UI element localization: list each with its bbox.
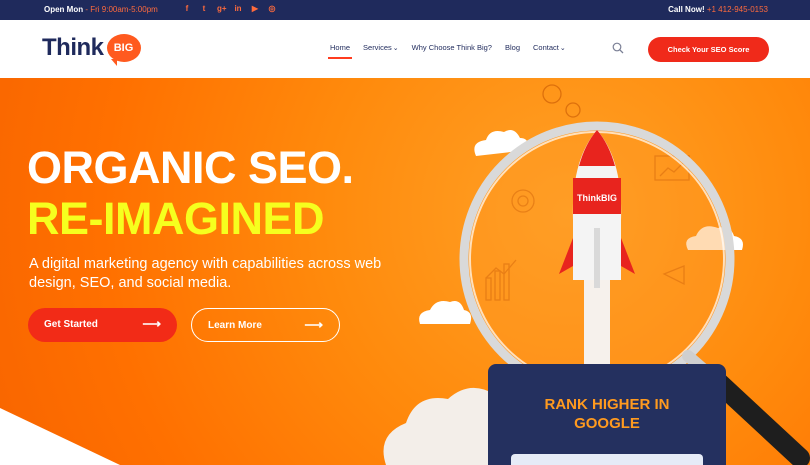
nav-label: Contact	[533, 43, 559, 52]
nav-item-contact[interactable]: Contact⌄	[533, 43, 566, 52]
chevron-down-icon: ⌄	[392, 45, 399, 52]
logo-big-bubble: BIG	[106, 34, 141, 66]
nav-item-home[interactable]: Home	[327, 43, 353, 59]
white-angle-shape	[0, 408, 120, 465]
main-nav: Home Services⌄ Why Choose Think Big? Blo…	[327, 43, 579, 59]
button-label: Get Started	[44, 319, 98, 330]
hero-headline-line-2: RE-IMAGINED	[27, 193, 325, 244]
search-icon[interactable]	[612, 42, 624, 54]
nav-label: Blog	[504, 43, 520, 52]
nav-item-blog[interactable]: Blog	[505, 43, 520, 52]
nav-label: Why Choose Think Big?	[411, 43, 492, 52]
call-now[interactable]: Call Now! +1 412-945-0153	[668, 5, 768, 14]
learn-more-button[interactable]: Learn More ⟶	[191, 308, 340, 342]
chevron-down-icon: ⌄	[559, 45, 566, 52]
check-seo-score-button[interactable]: Check Your SEO Score	[648, 37, 769, 62]
gear-icon	[565, 102, 581, 118]
instagram-icon[interactable]: ◎	[268, 3, 276, 15]
business-hours: Open Mon - Fri 9:00am-5:00pm	[44, 5, 158, 14]
twitter-icon[interactable]: t	[200, 3, 208, 15]
google-plus-icon[interactable]: g+	[217, 3, 227, 15]
hero-headline-line-1: ORGANIC SEO.	[27, 142, 354, 193]
think-big-logo[interactable]: Think BIG	[42, 30, 141, 66]
call-label: Call Now!	[668, 5, 705, 14]
arrow-right-icon: ⟶	[304, 317, 323, 332]
linkedin-icon[interactable]: in	[234, 3, 242, 15]
youtube-icon[interactable]: ▶	[251, 3, 259, 15]
phone-number[interactable]: +1 412-945-0153	[705, 5, 768, 14]
magnifier-handle	[706, 370, 810, 465]
rank-card-title: RANK HIGHER IN GOOGLE	[488, 395, 726, 433]
arrow-right-icon: ⟶	[142, 316, 161, 331]
hours-label: Open Mon	[44, 5, 84, 14]
rank-card-title-line-1: RANK HIGHER IN	[544, 396, 670, 413]
rank-higher-card: RANK HIGHER IN GOOGLE	[488, 364, 726, 465]
site-header: Think BIG Home Services⌄ Why Choose Thin…	[0, 20, 810, 78]
rocket-center-fin	[594, 228, 600, 288]
hours-time: - Fri 9:00am-5:00pm	[83, 5, 158, 14]
facebook-icon[interactable]: f	[183, 3, 191, 15]
get-started-button[interactable]: Get Started ⟶	[28, 308, 177, 342]
rank-card-title-line-2: GOOGLE	[574, 415, 640, 432]
nav-label: Services	[363, 43, 392, 52]
social-links: f t g+ in ▶ ◎	[183, 3, 276, 15]
cloud	[419, 301, 472, 324]
gear-icon	[542, 84, 562, 104]
logo-think-text: Think	[42, 34, 104, 61]
nav-item-services[interactable]: Services⌄	[363, 43, 399, 52]
rank-card-input[interactable]	[511, 454, 703, 465]
hero-section: ThinkBIG ORGANIC SEO. RE-IMAGINED A digi…	[0, 78, 810, 465]
top-bar: Open Mon - Fri 9:00am-5:00pm f t g+ in ▶…	[0, 0, 810, 20]
hero-subheadline: A digital marketing agency with capabili…	[29, 256, 382, 291]
nav-item-why-choose[interactable]: Why Choose Think Big?	[412, 43, 492, 52]
rocket-logo-text: ThinkBIG	[577, 193, 617, 203]
button-label: Learn More	[208, 320, 262, 331]
nav-label: Home	[330, 43, 351, 52]
